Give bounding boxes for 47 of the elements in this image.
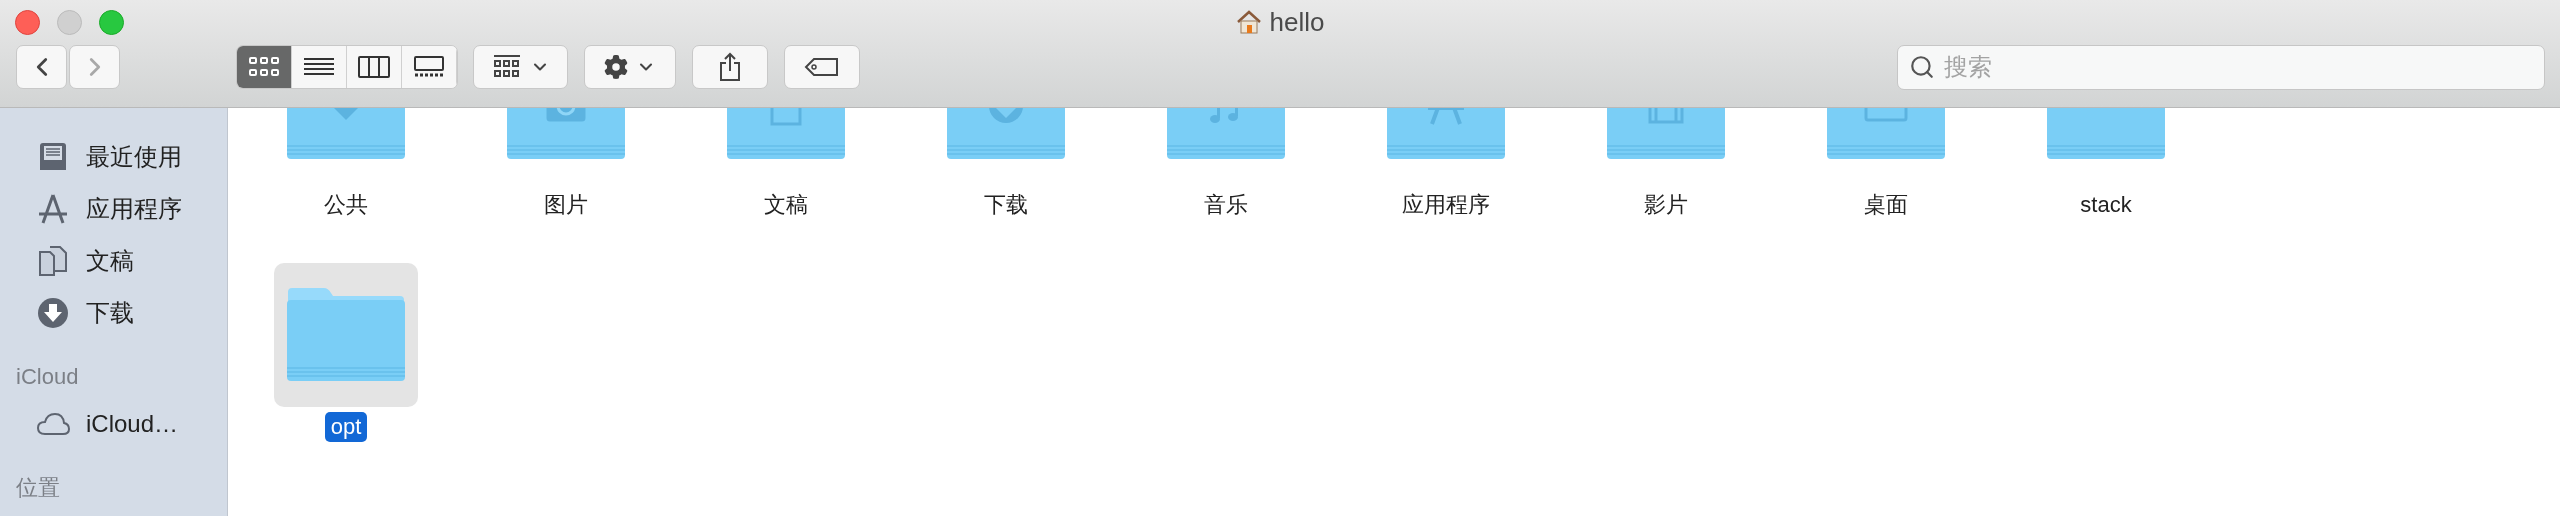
- folder-item[interactable]: 影片: [1556, 108, 1776, 220]
- folder-item[interactable]: 桌面: [1776, 108, 1996, 220]
- tag-icon: [804, 57, 840, 77]
- folder-item[interactable]: 下载: [896, 108, 1116, 220]
- folder-item[interactable]: 公共: [236, 108, 456, 220]
- sidebar-header: 位置: [16, 473, 60, 502]
- window-title: hello: [1269, 5, 1325, 39]
- sidebar-header: iCloud: [16, 362, 79, 391]
- sidebar-item[interactable]: 下载: [0, 287, 227, 339]
- folder-name: opt: [324, 412, 368, 442]
- action-button[interactable]: [584, 45, 676, 89]
- folder-name: 音乐: [1203, 191, 1249, 219]
- search-field[interactable]: 搜索: [1897, 44, 2545, 90]
- search-icon: [1909, 53, 1935, 80]
- download-icon: [36, 296, 70, 330]
- documents-icon: [36, 244, 70, 278]
- columns-icon: [356, 54, 392, 80]
- folder-item[interactable]: 文稿: [676, 108, 896, 220]
- sidebar-item[interactable]: 最近使用: [0, 131, 227, 183]
- folder-name: 公共: [323, 191, 369, 219]
- house-icon: [1235, 9, 1262, 35]
- arrange-button[interactable]: [473, 45, 568, 89]
- gallery-icon: [411, 54, 447, 80]
- folder-item[interactable]: 图片: [456, 108, 676, 220]
- app-store-icon: [36, 192, 70, 226]
- folder-name: 应用程序: [1401, 191, 1491, 219]
- back-button[interactable]: [16, 45, 67, 89]
- folder-item[interactable]: 应用程序: [1336, 108, 1556, 220]
- sidebar-item[interactable]: 应用程序: [0, 183, 227, 235]
- close-button[interactable]: [15, 9, 40, 35]
- folder-name: 图片: [543, 191, 589, 219]
- share-button[interactable]: [692, 45, 768, 89]
- folder-item[interactable]: 音乐: [1116, 108, 1336, 220]
- folder-name: 影片: [1643, 191, 1689, 219]
- sidebar-item[interactable]: iCloud…: [0, 398, 227, 450]
- view-mode-button[interactable]: [237, 46, 292, 88]
- sidebar-item[interactable]: 文稿: [0, 235, 227, 287]
- tag-button[interactable]: [784, 45, 860, 89]
- folder-name: 桌面: [1863, 191, 1909, 219]
- folder-name: stack: [2079, 191, 2133, 219]
- folder-name: 下载: [983, 191, 1029, 219]
- settings-icon: [604, 55, 628, 79]
- folder-icon: [286, 288, 406, 382]
- icon-grid-icon: [491, 54, 522, 80]
- share-icon: [718, 52, 742, 82]
- folder-item[interactable]: stack: [1996, 108, 2216, 220]
- folder-name: 文稿: [763, 191, 809, 219]
